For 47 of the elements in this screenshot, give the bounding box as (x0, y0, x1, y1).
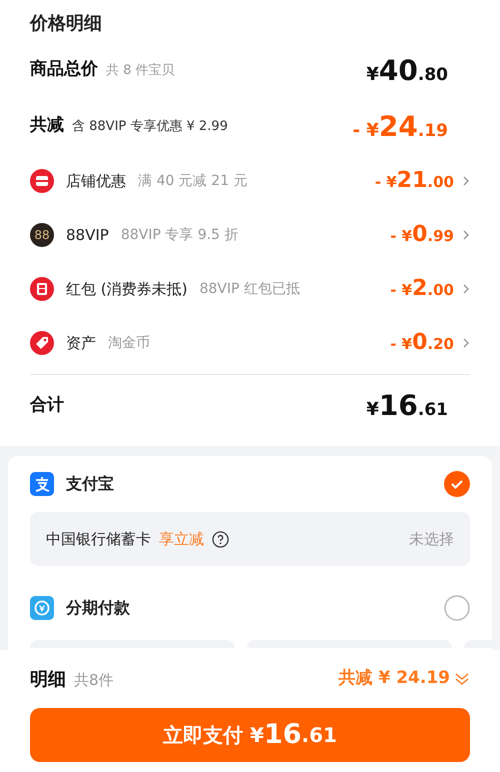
price-text: ¥40.80 (366, 52, 448, 88)
payment-option[interactable]: 分期付款 (30, 580, 470, 636)
bank-card-row[interactable]: 中国银行储蓄卡 享立减 未选择 (30, 512, 470, 566)
price-text: - ¥24.19 (352, 108, 448, 144)
vip-icon: 88 (30, 223, 54, 247)
row-note: 含 88VIP 专享优惠 ¥ 2.99 (72, 118, 228, 136)
row-label: 88VIP (66, 224, 109, 246)
discount-row[interactable]: 资产 淘金币 - ¥0.20 (30, 316, 470, 370)
row-label: 红包 (消费券未抵) (66, 278, 188, 300)
installment-icon (30, 596, 54, 620)
price-text: - ¥2.00 (390, 275, 454, 303)
row-note: 共 8 件宝贝 (106, 62, 175, 80)
promo-text: 享立减 (159, 528, 204, 550)
price-text: ¥16.61 (366, 388, 448, 423)
item-count: 共8件 (74, 670, 114, 690)
chevron-icon (462, 175, 470, 187)
envelope-icon (30, 277, 54, 301)
alipay-icon (30, 472, 54, 496)
row-label: 共减 (30, 114, 64, 138)
double-chevron-icon (454, 672, 470, 686)
price-text: - ¥0.20 (390, 329, 454, 357)
detail-label: 明细 (30, 668, 66, 692)
card-name: 中国银行储蓄卡 (46, 528, 151, 550)
tag-icon (30, 331, 54, 355)
help-icon[interactable] (212, 530, 229, 548)
row-note: 满 40 元减 21 元 (138, 172, 248, 190)
chevron-icon (462, 283, 470, 295)
card-status: 未选择 (409, 528, 454, 550)
discount-row[interactable]: 88 88VIP 88VIP 专享 9.5 折 - ¥0.99 (30, 208, 470, 262)
row-note: 88VIP 专享 9.5 折 (120, 226, 238, 244)
radio-empty-icon[interactable] (444, 595, 470, 621)
price-text: - ¥0.99 (390, 221, 454, 249)
row-label: 店铺优惠 (66, 170, 126, 192)
store-icon (30, 169, 54, 193)
payment-option[interactable]: 支付宝 (30, 456, 470, 512)
row-note: 淘金币 (108, 334, 150, 352)
chevron-icon (462, 229, 470, 241)
price-text: - ¥21.00 (374, 167, 454, 195)
discount-row[interactable]: 红包 (消费券未抵) 88VIP 红包已抵 - ¥2.00 (30, 262, 470, 316)
row-note: 88VIP 红包已抵 (199, 280, 300, 298)
section-title: 价格明细 (30, 12, 103, 36)
row-label: 资产 (66, 332, 96, 354)
total-label: 合计 (30, 394, 64, 417)
discount-row[interactable]: 店铺优惠 满 40 元减 21 元 - ¥21.00 (30, 154, 470, 208)
row-label: 商品总价 (30, 58, 98, 82)
chevron-icon (462, 337, 470, 349)
radio-checked-icon[interactable] (444, 471, 470, 497)
